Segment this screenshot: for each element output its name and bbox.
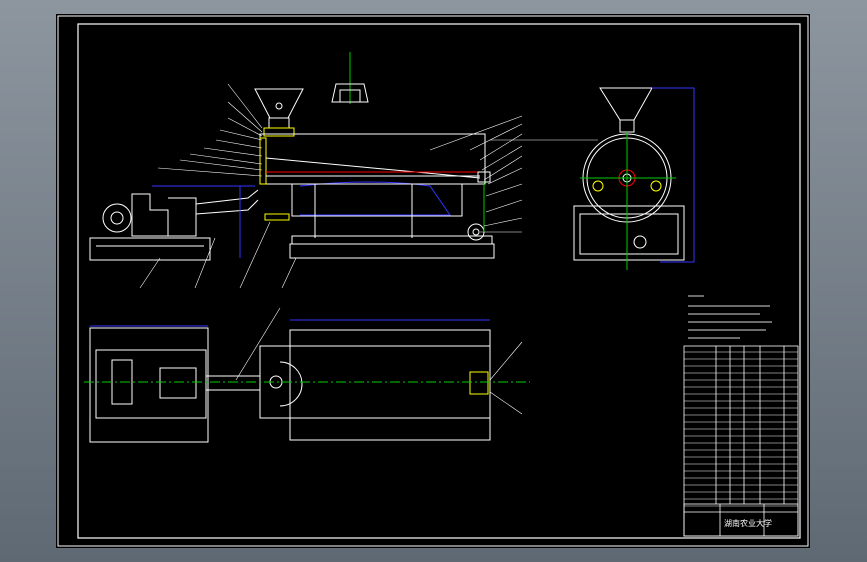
drawing-sheet[interactable]: 湖南农业大学	[56, 14, 810, 548]
school-title: 湖南农业大学	[724, 518, 772, 528]
sheet-background	[56, 14, 810, 548]
cad-viewport[interactable]: 湖南农业大学	[0, 0, 867, 562]
